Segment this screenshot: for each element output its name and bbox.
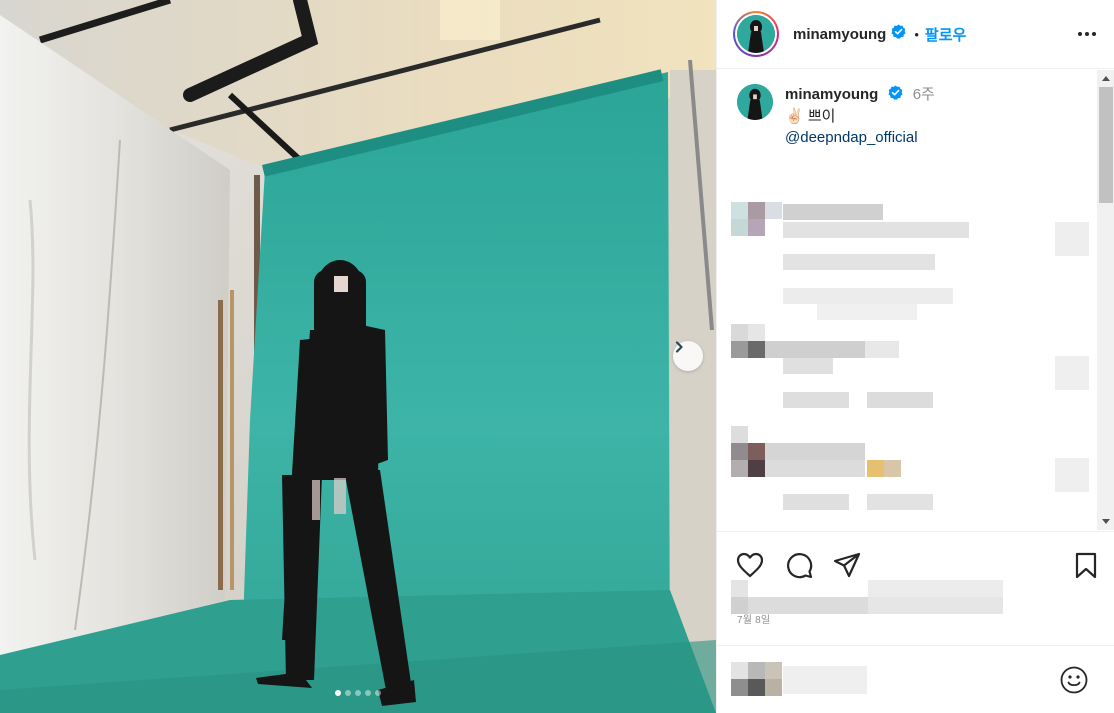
post-media[interactable] [0,0,716,713]
comments-list[interactable]: minamyoung 6주 ✌🏻 쁘이 @deepndap_official [717,70,1097,530]
blurred-likes-count [731,580,1003,614]
carousel-dot [345,690,351,696]
blurred-like-icon [1055,458,1089,492]
blurred-reply-link [783,288,953,322]
like-button[interactable] [735,550,765,580]
comment-bubble-icon [787,553,813,579]
caption-mention-link[interactable]: @deepndap_official [785,129,918,146]
blurred-comment-input[interactable] [731,662,871,698]
studio-photo [0,0,716,713]
header-separator: • [914,26,919,42]
caption-text: 쁘이 [807,107,836,125]
comment-composer [717,645,1114,713]
heart-icon [736,552,764,578]
blurred-comment [731,324,971,410]
scroll-thumb[interactable] [1099,87,1113,203]
caption-username[interactable]: minamyoung [785,86,878,103]
carousel-dot [365,690,371,696]
post-date[interactable]: 7월 8일 [737,611,770,626]
triangle-down-icon [1102,519,1110,524]
carousel-indicator [0,690,716,696]
verified-badge-icon [891,24,906,44]
comment-button[interactable] [784,550,814,580]
carousel-dot [335,690,341,696]
scroll-down-arrow[interactable] [1097,513,1114,530]
triangle-up-icon [1102,76,1110,81]
avatar-image [737,15,775,53]
post-side-panel: minamyoung • 팔로우 minamyoung 6주 ✌🏻 쁘이 @de… [716,0,1114,713]
scroll-up-arrow[interactable] [1097,70,1114,87]
more-options-icon [1078,32,1096,36]
carousel-next-button[interactable] [673,341,703,371]
share-button[interactable] [832,550,862,580]
caption-avatar[interactable] [737,84,773,120]
comments-scrollbar[interactable] [1097,70,1114,530]
author-avatar[interactable] [733,11,779,57]
more-options-button[interactable] [1075,22,1099,46]
carousel-dot [355,690,361,696]
paper-plane-icon [833,552,861,578]
follow-button[interactable]: 팔로우 [925,24,966,45]
carousel-dot [375,690,381,696]
post-header: minamyoung • 팔로우 [717,0,1114,69]
bookmark-icon [1075,552,1097,578]
blurred-comment [731,426,971,512]
emoji-picker-button[interactable] [1059,665,1089,695]
verified-badge-icon [887,85,903,106]
blurred-comment [731,202,971,274]
save-button[interactable] [1071,550,1101,580]
caption: minamyoung 6주 ✌🏻 쁘이 @deepndap_official [737,84,935,148]
caption-emoji: ✌🏻 [785,107,804,125]
chevron-right-icon [675,341,683,353]
caption-time: 6주 [912,86,935,103]
emoji-smile-icon [1060,666,1088,694]
blurred-like-icon [1055,222,1089,256]
author-username[interactable]: minamyoung [793,26,886,43]
blurred-like-icon [1055,356,1089,390]
